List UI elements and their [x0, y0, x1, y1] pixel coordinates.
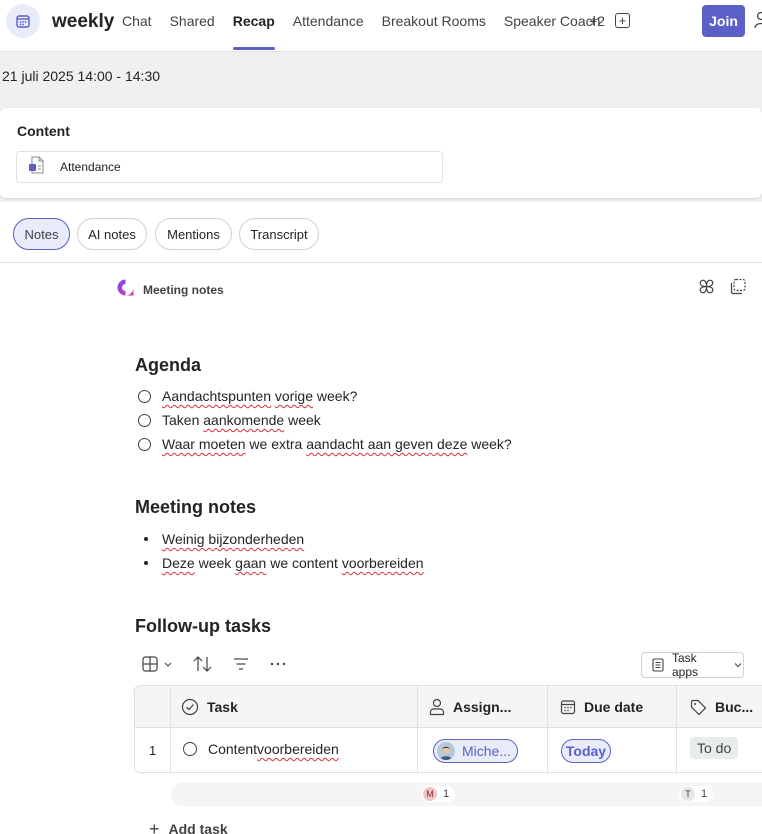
note-text: Deze week gaan we content voorbereiden [162, 555, 424, 571]
note-bullet[interactable]: Weinig bijzonderheden [144, 531, 304, 547]
table-view-icon[interactable] [142, 656, 174, 677]
attendance-doc-icon [28, 156, 46, 179]
note-bullet[interactable]: Deze week gaan we content voorbereiden [144, 555, 424, 571]
calendar-icon [6, 4, 40, 38]
column-header-task[interactable]: Task [181, 686, 238, 728]
avatar: M [423, 787, 437, 801]
agenda-item: Taken aankomende week [138, 412, 321, 428]
meeting-header: weekly Chat Shared Recap Attendance Brea… [0, 0, 762, 52]
people-icon[interactable] [752, 11, 762, 34]
column-divider [547, 686, 548, 772]
agenda-heading: Agenda [135, 355, 202, 375]
more-tabs-button[interactable]: +2 [589, 13, 605, 29]
agenda-item: Aandachtspunten vorige week? [138, 388, 357, 404]
task-apps-label: Task apps [672, 651, 699, 679]
bucket-chip[interactable]: To do [690, 737, 739, 759]
add-task-button[interactable]: + Add task [149, 820, 228, 834]
due-date-chip[interactable]: Today [561, 739, 611, 763]
copy-component-icon[interactable] [730, 278, 747, 300]
task-cell[interactable]: Content voorbereiden [183, 741, 339, 757]
column-divider [417, 686, 418, 772]
agenda-item: Waar moeten we extra aandacht aan geven … [138, 436, 512, 452]
note-text: Weinig bijzonderheden [162, 531, 305, 547]
tab-shared[interactable]: Shared [170, 0, 215, 50]
tab-speaker-coach[interactable]: Speaker Coach [504, 0, 601, 50]
plus-icon: + [149, 819, 160, 834]
content-item-label: Attendance [60, 160, 121, 174]
bucket-summary: T 1 [679, 786, 714, 802]
checkbox-icon[interactable] [138, 437, 151, 451]
avatar: T [681, 787, 695, 801]
loop-apps-icon[interactable] [698, 278, 715, 300]
column-header-due-date[interactable]: Due date [560, 686, 643, 728]
content-title: Content [17, 123, 70, 139]
tasks-table: Task Assign... Due date Buc... 1 Content… [134, 685, 762, 773]
filter-icon[interactable] [233, 656, 249, 677]
meeting-date-range: 21 juli 2025 14:00 - 14:30 [2, 68, 161, 84]
checkbox-icon[interactable] [138, 389, 151, 403]
tab-ai-notes[interactable]: AI notes [77, 218, 147, 250]
tasks-heading: Follow-up tasks [135, 616, 272, 636]
content-card: Content Attendance [0, 108, 762, 198]
recap-summary-area: 21 juli 2025 14:00 - 14:30 Content Atten… [0, 52, 762, 202]
tab-recap[interactable]: Recap [232, 0, 275, 50]
agenda-item-text[interactable]: Waar moeten we extra aandacht aan geven … [162, 436, 512, 452]
tab-breakout-rooms[interactable]: Breakout Rooms [382, 0, 486, 50]
task-checkbox-icon[interactable] [183, 742, 197, 756]
agenda-item-text[interactable]: Taken aankomende week [162, 412, 321, 428]
loop-icon [116, 278, 135, 302]
check-circle-icon [181, 698, 199, 716]
chevron-down-icon [733, 660, 743, 670]
sort-icon[interactable] [193, 656, 213, 677]
column-divider [170, 686, 171, 772]
tab-chat[interactable]: Chat [122, 0, 152, 50]
tab-mentions[interactable]: Mentions [155, 218, 232, 250]
more-options-icon[interactable] [270, 656, 286, 677]
join-button[interactable]: Join [702, 5, 745, 37]
meeting-title: weekly [52, 11, 115, 32]
column-header-assignee[interactable]: Assign... [429, 686, 511, 728]
table-summary-bar: M 1 T 1 [171, 782, 762, 806]
calendar-icon [560, 700, 576, 715]
tab-attendance[interactable]: Attendance [293, 0, 364, 50]
loop-label: Meeting notes [143, 283, 224, 297]
column-divider [676, 686, 677, 772]
content-item-attendance[interactable]: Attendance [16, 151, 443, 183]
agenda-item-text[interactable]: Aandachtspunten vorige week? [162, 388, 357, 404]
notes-tab-bar: Notes AI notes Mentions Transcript [0, 206, 762, 263]
person-icon [429, 698, 445, 716]
checkbox-icon[interactable] [138, 413, 151, 427]
tab-transcript[interactable]: Transcript [239, 218, 319, 250]
bullet-icon [144, 537, 148, 541]
assignee-summary: M 1 [421, 786, 456, 802]
tag-icon [690, 699, 707, 715]
tab-notes[interactable]: Notes [13, 218, 70, 250]
meeting-notes-heading: Meeting notes [135, 497, 257, 517]
loop-component-header: Meeting notes [116, 278, 224, 302]
row-number: 1 [149, 743, 157, 758]
column-header-bucket[interactable]: Buc... [690, 686, 753, 728]
meeting-tabs: Chat Shared Recap Attendance Breakout Ro… [122, 0, 618, 52]
task-apps-icon [652, 658, 664, 672]
task-apps-dropdown[interactable]: Task apps [641, 651, 744, 679]
assignee-chip[interactable]: Miche... [433, 739, 518, 763]
avatar [437, 742, 455, 760]
bullet-icon [144, 561, 148, 565]
add-tab-icon[interactable]: + [615, 13, 630, 28]
